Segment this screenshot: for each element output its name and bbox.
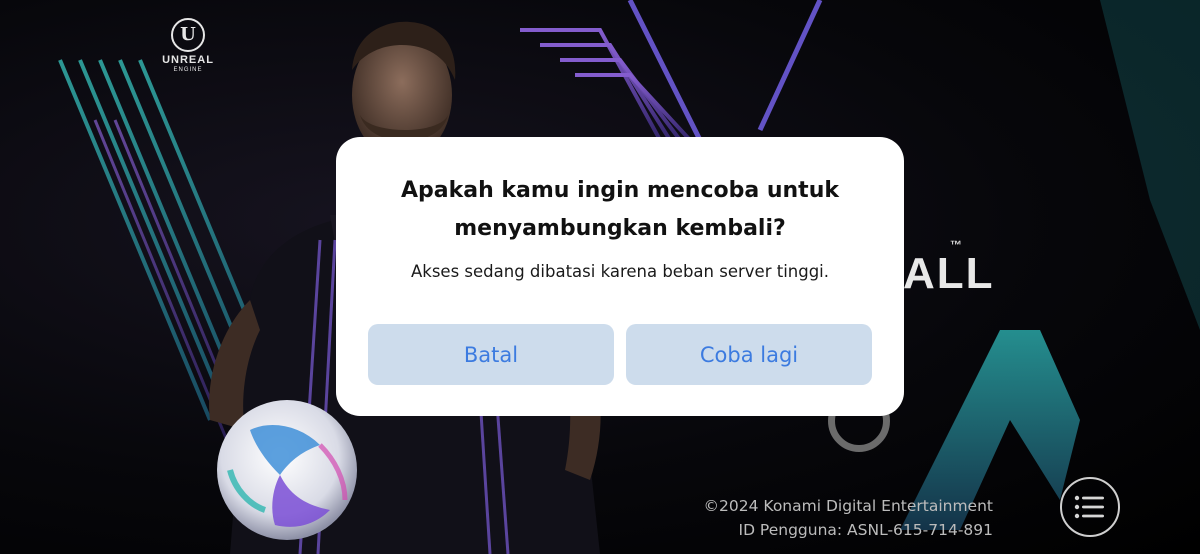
copyright-text: ©2024 Konami Digital Entertainment [703,497,993,515]
game-logo-fragment: ALL [903,249,995,298]
menu-button[interactable] [1060,477,1120,537]
unreal-engine-logo: U UNREAL ENGINE [150,18,226,78]
user-id-text: ID Pengguna: ASNL-615-714-891 [738,521,994,539]
reconnect-dialog: Apakah kamu ingin mencoba untuk menyambu… [336,137,904,416]
unreal-logo-name: UNREAL [162,54,214,66]
dialog-title: Apakah kamu ingin mencoba untuk menyambu… [400,178,839,241]
unreal-logo-sub: ENGINE [173,67,203,73]
cancel-button[interactable]: Batal [368,324,614,385]
list-menu-icon [1074,495,1104,519]
footer-info: ©2024 Konami Digital Entertainment ID Pe… [704,494,993,542]
game-screen: U UNREAL ENGINE ™ ALL ©2024 Konami Digit… [0,0,1200,554]
dialog-message: Akses sedang dibatasi karena beban serve… [410,262,830,281]
football [217,400,357,540]
retry-button[interactable]: Coba lagi [626,324,872,385]
unreal-logo-mark: U [171,18,205,52]
